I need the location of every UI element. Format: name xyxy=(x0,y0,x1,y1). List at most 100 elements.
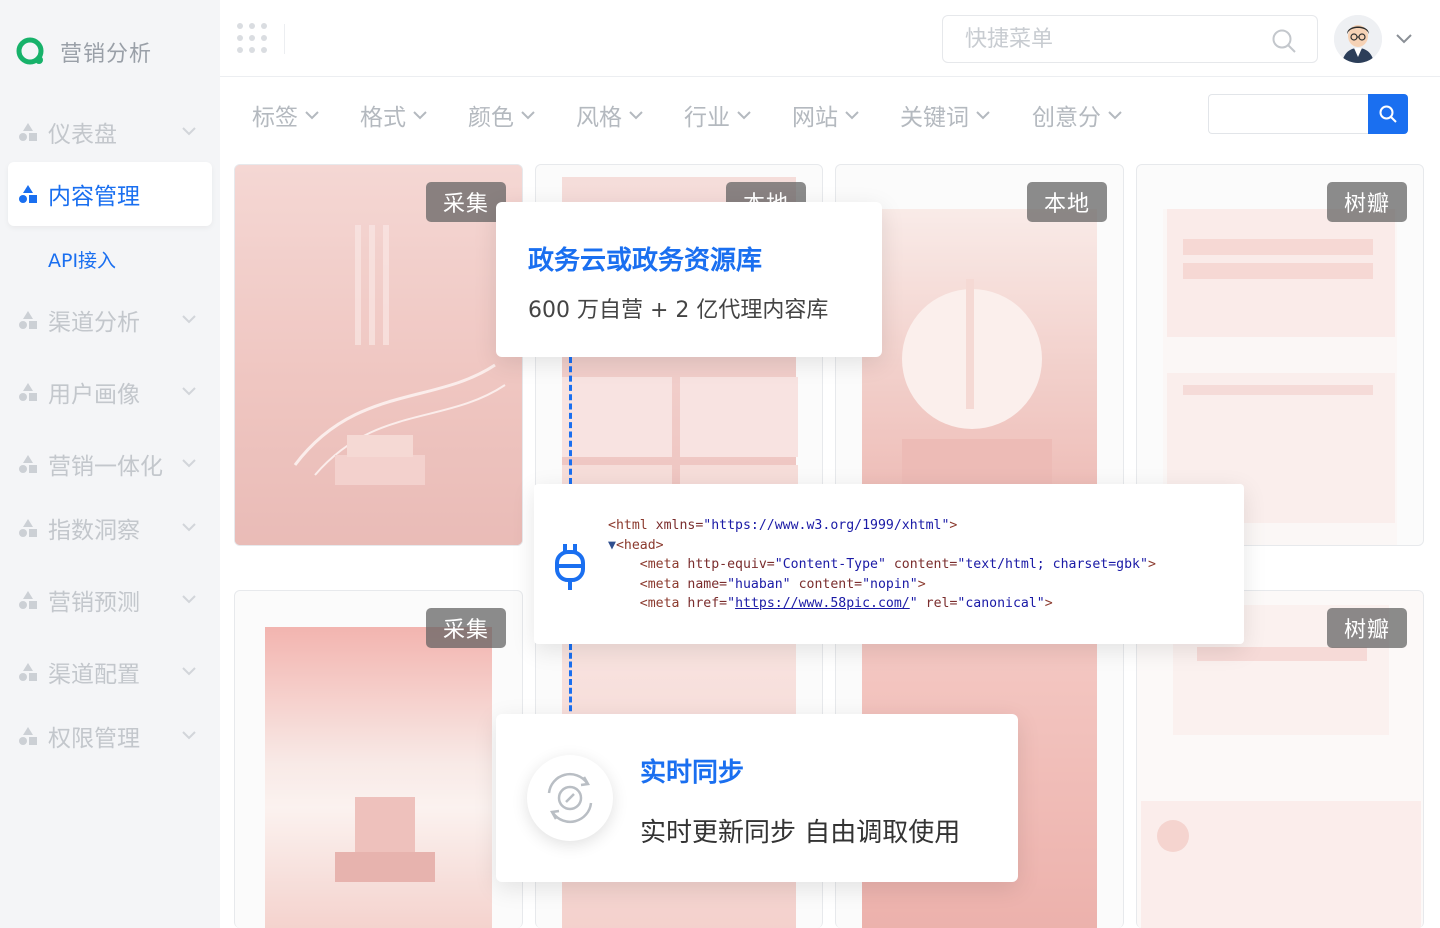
nav-item-channel-analysis[interactable]: 渠道分析 xyxy=(8,288,212,352)
code-token: > xyxy=(949,518,958,533)
divider xyxy=(284,24,285,54)
apps-grid-icon[interactable] xyxy=(236,22,270,56)
search-icon[interactable] xyxy=(1271,28,1297,54)
chevron-down-icon xyxy=(182,731,196,740)
chevron-down-icon xyxy=(976,111,990,120)
code-snippet-panel: <html xmlns="https://www.w3.org/1999/xht… xyxy=(534,484,1244,644)
chevron-down-icon xyxy=(413,111,427,120)
nav-label: 用户画像 xyxy=(48,382,140,408)
code-token: <meta xyxy=(639,576,680,592)
nav-label: 渠道分析 xyxy=(48,310,140,336)
filter-label: 关键词 xyxy=(900,105,969,131)
chevron-down-icon xyxy=(182,595,196,604)
source-badge: 采集 xyxy=(426,182,506,222)
connector-line xyxy=(569,357,572,484)
content-card[interactable]: 采集 xyxy=(234,164,523,546)
nav-item-index-insight[interactable]: 指数洞察 xyxy=(8,496,212,560)
filter-tag[interactable]: 标签 xyxy=(252,98,320,132)
code-token: "canonical" xyxy=(957,596,1045,611)
sync-badge xyxy=(527,755,613,841)
code-token: content= xyxy=(885,557,958,572)
source-badge: 本地 xyxy=(1027,182,1107,222)
nav-subitem-api[interactable]: API接入 xyxy=(48,246,116,273)
source-badge: 树瓣 xyxy=(1327,608,1407,648)
filter-label: 创意分 xyxy=(1032,105,1101,131)
nav-item-content-management[interactable]: 内容管理 xyxy=(8,162,212,226)
top-header xyxy=(220,0,1440,77)
nav-item-marketing-integration[interactable]: 营销一体化 xyxy=(8,432,212,496)
filter-industry[interactable]: 行业 xyxy=(684,98,752,132)
sync-icon xyxy=(547,772,593,824)
avatar[interactable] xyxy=(1334,15,1382,63)
shapes-icon xyxy=(19,311,37,329)
nav-label: 渠道配置 xyxy=(48,662,140,688)
quick-menu-input[interactable] xyxy=(965,24,1265,54)
shapes-icon xyxy=(19,591,37,609)
nav-label: 指数洞察 xyxy=(48,518,140,544)
filter-style[interactable]: 风格 xyxy=(576,98,644,132)
chevron-down-icon xyxy=(182,387,196,396)
filter-format[interactable]: 格式 xyxy=(360,98,428,132)
code-token: "https://www.w3.org/1999/xhtml" xyxy=(703,518,950,533)
shapes-icon xyxy=(19,383,37,401)
code-token: content= xyxy=(790,576,863,592)
filter-search-button[interactable] xyxy=(1368,94,1408,134)
content-card[interactable]: 采集 xyxy=(234,590,523,928)
nav-item-permission[interactable]: 权限管理 xyxy=(8,704,212,768)
shapes-icon xyxy=(19,123,37,141)
chevron-down-icon xyxy=(182,523,196,532)
shapes-icon xyxy=(19,663,37,681)
code-token: <meta xyxy=(639,557,680,572)
code-token: > xyxy=(1044,596,1053,611)
filter-color[interactable]: 颜色 xyxy=(468,98,536,132)
app-logo[interactable]: 营销分析 xyxy=(16,36,152,68)
code-token: http-equiv= xyxy=(679,557,775,572)
code-token: "Content-Type" xyxy=(774,557,886,572)
nav-item-marketing-forecast[interactable]: 营销预测 xyxy=(8,568,212,632)
code-token: <meta xyxy=(639,596,680,611)
user-avatar-icon xyxy=(1334,15,1382,63)
chevron-down-icon[interactable] xyxy=(1394,28,1414,48)
code-token: "text/html; charset=gbk" xyxy=(957,557,1148,572)
code-token: " xyxy=(727,596,736,611)
filter-label: 格式 xyxy=(360,105,406,131)
filter-label: 行业 xyxy=(684,105,730,131)
chevron-down-icon xyxy=(629,111,643,120)
code-token: " xyxy=(909,596,918,611)
code-token: "huaban" xyxy=(727,576,791,592)
filter-keyword[interactable]: 关键词 xyxy=(900,98,991,132)
filter-label: 颜色 xyxy=(468,105,514,131)
shapes-icon xyxy=(19,185,37,203)
nav-item-user-profile[interactable]: 用户画像 xyxy=(8,360,212,424)
nav-label: 仪表盘 xyxy=(48,122,117,148)
logo-icon xyxy=(16,37,44,65)
nav-item-dashboard[interactable]: 仪表盘 xyxy=(8,100,212,164)
filter-website[interactable]: 网站 xyxy=(792,98,860,132)
filter-search-input[interactable] xyxy=(1208,94,1370,134)
filter-label: 标签 xyxy=(252,105,298,131)
filter-creative-score[interactable]: 创意分 xyxy=(1032,98,1123,132)
chevron-down-icon xyxy=(845,111,859,120)
search-icon xyxy=(1379,105,1397,123)
code-token: <head> xyxy=(615,537,664,553)
code-token: > xyxy=(917,576,926,592)
code-link[interactable]: https://www.58pic.com/ xyxy=(735,596,910,611)
resource-library-panel: 政务云或政务资源库 600 万自营 + 2 亿代理内容库 xyxy=(496,202,882,357)
filter-label: 网站 xyxy=(792,105,838,131)
code-token: rel= xyxy=(917,596,958,611)
nav-item-channel-config[interactable]: 渠道配置 xyxy=(8,640,212,704)
code-token: xmlns= xyxy=(647,518,704,533)
quick-menu-search[interactable] xyxy=(942,15,1318,63)
chevron-down-icon xyxy=(521,111,535,120)
filter-label: 风格 xyxy=(576,105,622,131)
collapse-triangle-icon[interactable]: ▼ xyxy=(608,538,616,553)
plug-icon xyxy=(555,544,585,590)
panel-title: 实时同步 xyxy=(640,758,745,788)
panel-subtitle: 实时更新同步 自由调取使用 xyxy=(640,818,961,848)
code-token: name= xyxy=(679,576,728,592)
card-overlay xyxy=(235,165,522,545)
chevron-down-icon xyxy=(182,315,196,324)
app-title: 营销分析 xyxy=(60,42,153,67)
chevron-down-icon xyxy=(182,459,196,468)
code-token: > xyxy=(1147,557,1156,572)
